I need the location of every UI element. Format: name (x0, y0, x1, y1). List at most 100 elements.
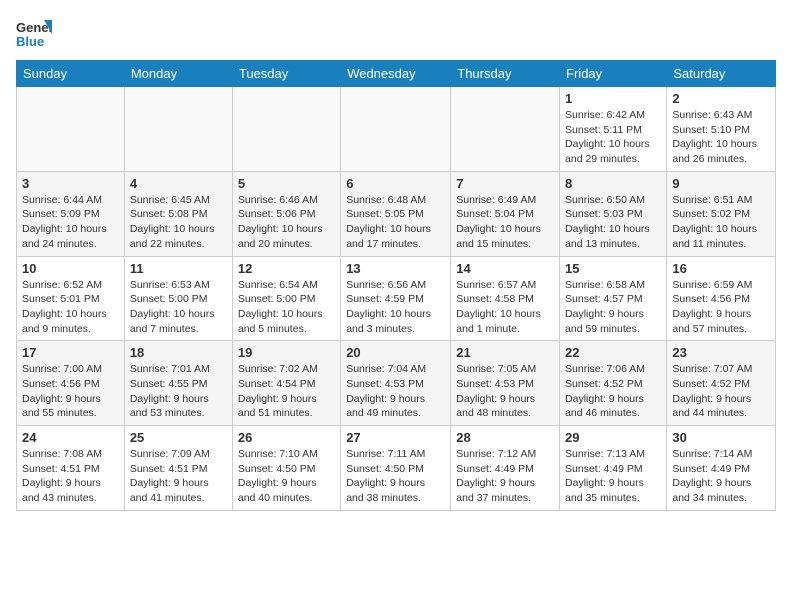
calendar-cell: 29 Sunrise: 7:13 AM Sunset: 4:49 PM Dayli… (560, 426, 667, 511)
calendar-week-3: 10 Sunrise: 6:52 AM Sunset: 5:01 PM Dayli… (17, 256, 776, 341)
day-number: 29 (565, 430, 661, 445)
day-info: Sunrise: 6:54 AM Sunset: 5:00 PM Dayligh… (238, 278, 335, 337)
day-number: 17 (22, 345, 119, 360)
calendar-week-1: 1Sunrise: 6:42 AM Sunset: 5:11 PM Daylig… (17, 87, 776, 172)
day-info: Sunrise: 6:57 AM Sunset: 4:58 PM Dayligh… (456, 278, 554, 337)
calendar-cell: 16 Sunrise: 6:59 AM Sunset: 4:56 PM Dayli… (667, 256, 776, 341)
day-info: Sunrise: 6:48 AM Sunset: 5:05 PM Dayligh… (346, 193, 445, 252)
calendar-week-5: 24 Sunrise: 7:08 AM Sunset: 4:51 PM Dayli… (17, 426, 776, 511)
day-info: Sunrise: 7:10 AM Sunset: 4:50 PM Dayligh… (238, 447, 335, 506)
day-number: 26 (238, 430, 335, 445)
day-info: Sunrise: 6:58 AM Sunset: 4:57 PM Dayligh… (565, 278, 661, 337)
weekday-header-row: SundayMondayTuesdayWednesdayThursdayFrid… (17, 61, 776, 87)
calendar-cell: 4 Sunrise: 6:45 AM Sunset: 5:08 PM Daylig… (124, 171, 232, 256)
day-info: Sunrise: 7:14 AM Sunset: 4:49 PM Dayligh… (672, 447, 770, 506)
day-info: Sunrise: 6:59 AM Sunset: 4:56 PM Dayligh… (672, 278, 770, 337)
day-number: 22 (565, 345, 661, 360)
day-number: 15 (565, 261, 661, 276)
day-number: 13 (346, 261, 445, 276)
day-number: 2 (672, 91, 770, 106)
calendar-cell: 21 Sunrise: 7:05 AM Sunset: 4:53 PM Dayli… (451, 341, 560, 426)
logo: GeneralBlue (16, 16, 52, 52)
calendar-cell: 14 Sunrise: 6:57 AM Sunset: 4:58 PM Dayli… (451, 256, 560, 341)
calendar-cell: 15 Sunrise: 6:58 AM Sunset: 4:57 PM Dayli… (560, 256, 667, 341)
calendar-cell: 23 Sunrise: 7:07 AM Sunset: 4:52 PM Dayli… (667, 341, 776, 426)
calendar-cell: 10 Sunrise: 6:52 AM Sunset: 5:01 PM Dayli… (17, 256, 125, 341)
weekday-header-saturday: Saturday (667, 61, 776, 87)
logo-icon: GeneralBlue (16, 16, 52, 52)
calendar-cell: 2 Sunrise: 6:43 AM Sunset: 5:10 PM Daylig… (667, 87, 776, 172)
day-info: Sunrise: 6:49 AM Sunset: 5:04 PM Dayligh… (456, 193, 554, 252)
calendar-cell: 20 Sunrise: 7:04 AM Sunset: 4:53 PM Dayli… (341, 341, 451, 426)
weekday-header-wednesday: Wednesday (341, 61, 451, 87)
day-number: 21 (456, 345, 554, 360)
day-info: Sunrise: 7:00 AM Sunset: 4:56 PM Dayligh… (22, 362, 119, 421)
page-header: GeneralBlue (16, 16, 776, 52)
calendar-cell (232, 87, 340, 172)
day-number: 28 (456, 430, 554, 445)
calendar-cell: 24 Sunrise: 7:08 AM Sunset: 4:51 PM Dayli… (17, 426, 125, 511)
weekday-header-thursday: Thursday (451, 61, 560, 87)
calendar-cell: 1Sunrise: 6:42 AM Sunset: 5:11 PM Daylig… (560, 87, 667, 172)
svg-text:Blue: Blue (16, 34, 44, 49)
calendar-cell: 8Sunrise: 6:50 AM Sunset: 5:03 PM Daylig… (560, 171, 667, 256)
calendar-cell: 5 Sunrise: 6:46 AM Sunset: 5:06 PM Daylig… (232, 171, 340, 256)
calendar-cell: 7 Sunrise: 6:49 AM Sunset: 5:04 PM Daylig… (451, 171, 560, 256)
day-number: 24 (22, 430, 119, 445)
day-number: 3 (22, 176, 119, 191)
calendar-cell: 18 Sunrise: 7:01 AM Sunset: 4:55 PM Dayli… (124, 341, 232, 426)
day-number: 10 (22, 261, 119, 276)
calendar-cell: 19Sunrise: 7:02 AM Sunset: 4:54 PM Dayli… (232, 341, 340, 426)
calendar-cell: 13 Sunrise: 6:56 AM Sunset: 4:59 PM Dayli… (341, 256, 451, 341)
day-info: Sunrise: 6:53 AM Sunset: 5:00 PM Dayligh… (130, 278, 227, 337)
day-info: Sunrise: 6:52 AM Sunset: 5:01 PM Dayligh… (22, 278, 119, 337)
day-number: 14 (456, 261, 554, 276)
weekday-header-friday: Friday (560, 61, 667, 87)
day-info: Sunrise: 7:11 AM Sunset: 4:50 PM Dayligh… (346, 447, 445, 506)
day-info: Sunrise: 7:07 AM Sunset: 4:52 PM Dayligh… (672, 362, 770, 421)
day-number: 27 (346, 430, 445, 445)
day-number: 18 (130, 345, 227, 360)
day-number: 6 (346, 176, 445, 191)
day-number: 9 (672, 176, 770, 191)
day-number: 4 (130, 176, 227, 191)
calendar-cell: 12 Sunrise: 6:54 AM Sunset: 5:00 PM Dayli… (232, 256, 340, 341)
day-info: Sunrise: 6:43 AM Sunset: 5:10 PM Dayligh… (672, 108, 770, 167)
calendar-cell: 30Sunrise: 7:14 AM Sunset: 4:49 PM Dayli… (667, 426, 776, 511)
day-info: Sunrise: 7:04 AM Sunset: 4:53 PM Dayligh… (346, 362, 445, 421)
calendar-cell (341, 87, 451, 172)
day-info: Sunrise: 7:12 AM Sunset: 4:49 PM Dayligh… (456, 447, 554, 506)
calendar-cell: 22 Sunrise: 7:06 AM Sunset: 4:52 PM Dayli… (560, 341, 667, 426)
day-number: 25 (130, 430, 227, 445)
weekday-header-sunday: Sunday (17, 61, 125, 87)
day-info: Sunrise: 7:01 AM Sunset: 4:55 PM Dayligh… (130, 362, 227, 421)
calendar-table: SundayMondayTuesdayWednesdayThursdayFrid… (16, 60, 776, 511)
day-number: 7 (456, 176, 554, 191)
day-number: 20 (346, 345, 445, 360)
day-number: 23 (672, 345, 770, 360)
calendar-cell: 11Sunrise: 6:53 AM Sunset: 5:00 PM Dayli… (124, 256, 232, 341)
calendar-cell: 9 Sunrise: 6:51 AM Sunset: 5:02 PM Daylig… (667, 171, 776, 256)
day-info: Sunrise: 7:08 AM Sunset: 4:51 PM Dayligh… (22, 447, 119, 506)
day-info: Sunrise: 6:56 AM Sunset: 4:59 PM Dayligh… (346, 278, 445, 337)
day-info: Sunrise: 7:05 AM Sunset: 4:53 PM Dayligh… (456, 362, 554, 421)
calendar-cell (17, 87, 125, 172)
day-number: 12 (238, 261, 335, 276)
calendar-cell: 6 Sunrise: 6:48 AM Sunset: 5:05 PM Daylig… (341, 171, 451, 256)
day-info: Sunrise: 7:09 AM Sunset: 4:51 PM Dayligh… (130, 447, 227, 506)
weekday-header-tuesday: Tuesday (232, 61, 340, 87)
day-number: 8 (565, 176, 661, 191)
calendar-cell: 17 Sunrise: 7:00 AM Sunset: 4:56 PM Dayli… (17, 341, 125, 426)
calendar-week-2: 3 Sunrise: 6:44 AM Sunset: 5:09 PM Daylig… (17, 171, 776, 256)
day-number: 16 (672, 261, 770, 276)
day-info: Sunrise: 7:13 AM Sunset: 4:49 PM Dayligh… (565, 447, 661, 506)
day-info: Sunrise: 6:45 AM Sunset: 5:08 PM Dayligh… (130, 193, 227, 252)
day-info: Sunrise: 6:46 AM Sunset: 5:06 PM Dayligh… (238, 193, 335, 252)
day-number: 1 (565, 91, 661, 106)
day-info: Sunrise: 6:51 AM Sunset: 5:02 PM Dayligh… (672, 193, 770, 252)
calendar-cell: 3 Sunrise: 6:44 AM Sunset: 5:09 PM Daylig… (17, 171, 125, 256)
calendar-cell (124, 87, 232, 172)
day-info: Sunrise: 7:06 AM Sunset: 4:52 PM Dayligh… (565, 362, 661, 421)
day-info: Sunrise: 6:44 AM Sunset: 5:09 PM Dayligh… (22, 193, 119, 252)
day-number: 5 (238, 176, 335, 191)
